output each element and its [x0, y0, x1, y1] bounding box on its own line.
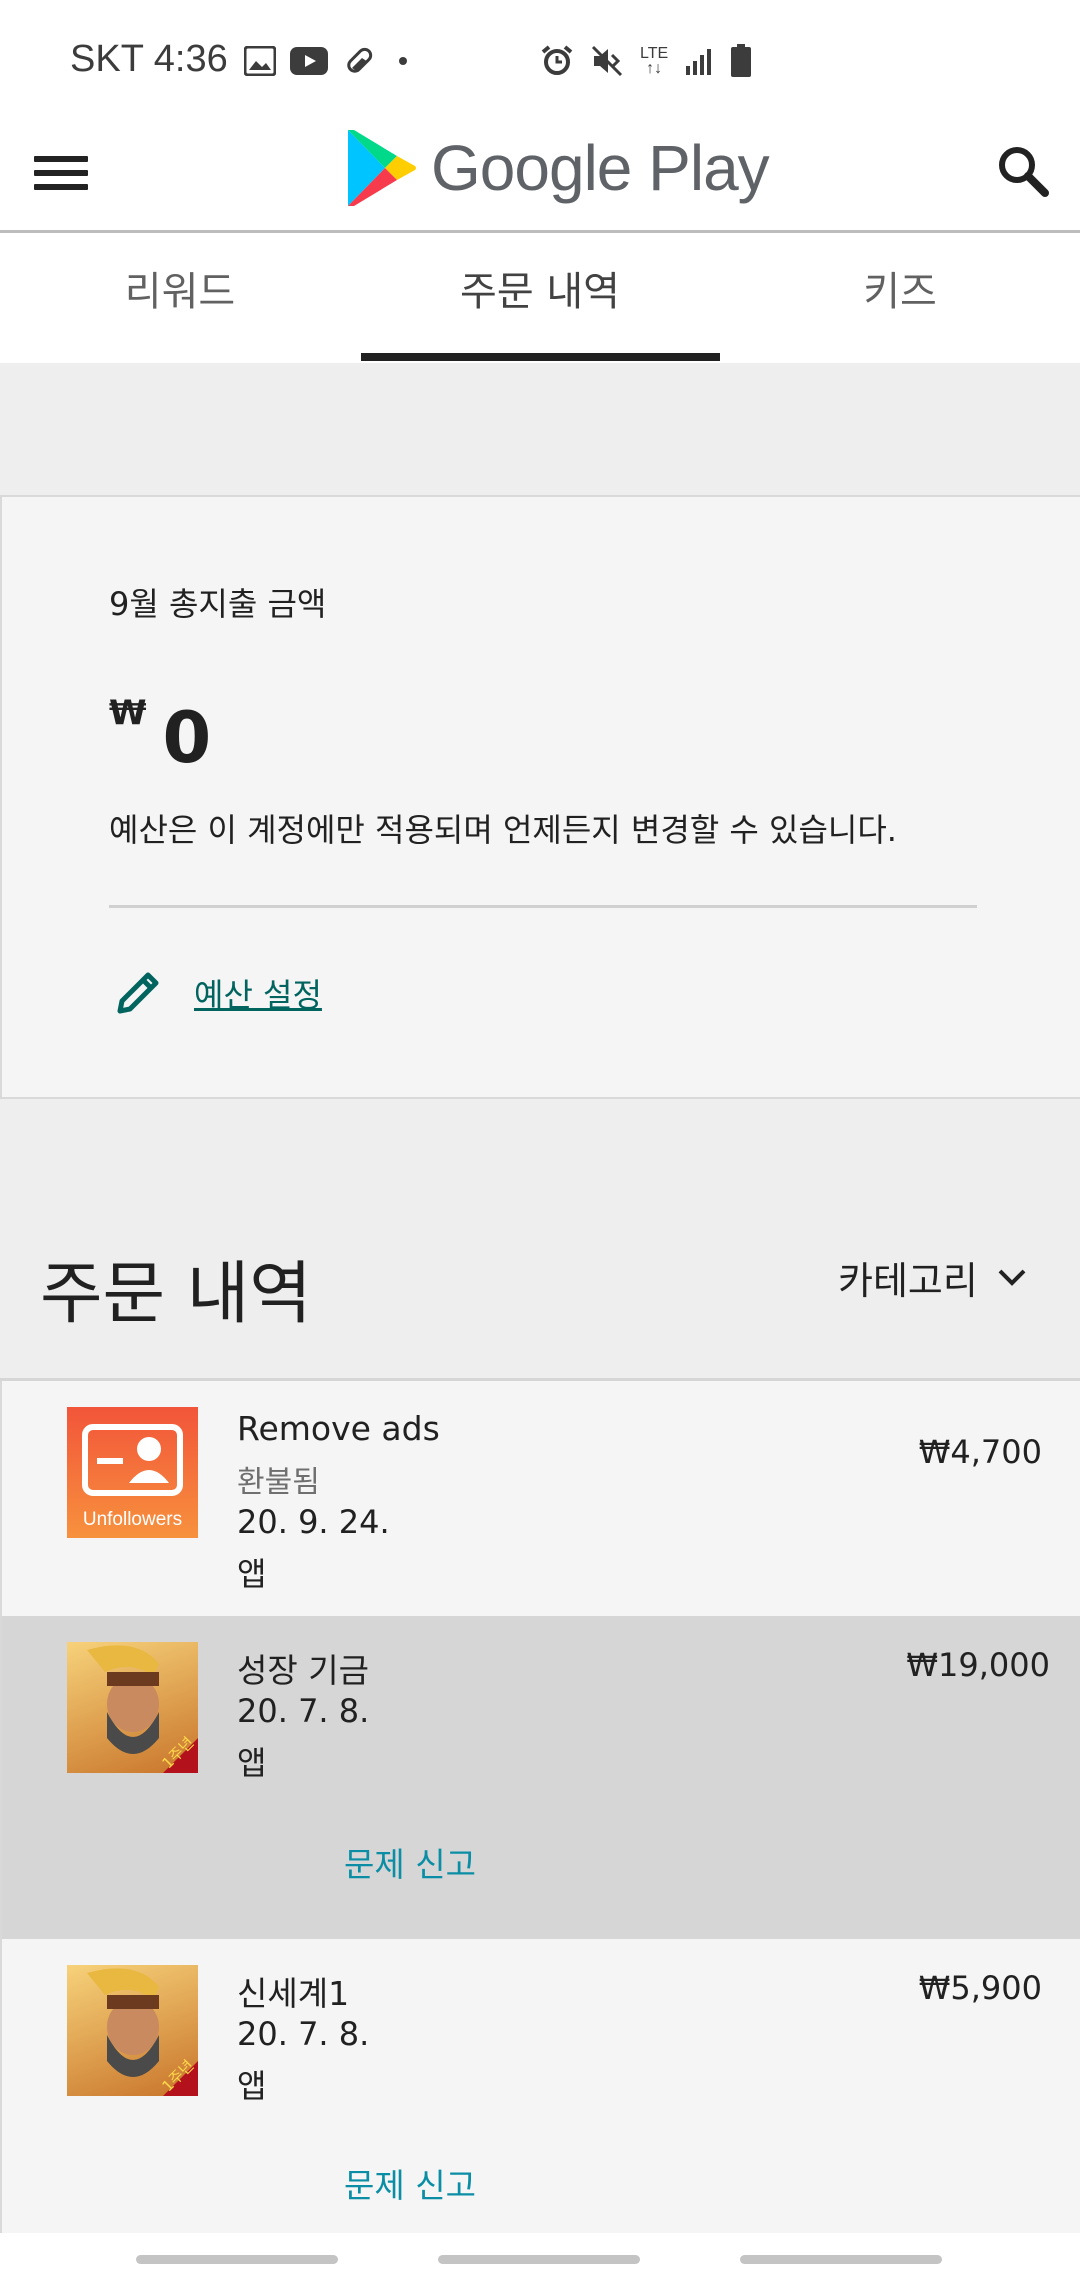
order-type: 앱 — [237, 1555, 267, 1593]
status-bar: SKT 4:36 LTE ↑↓ — [0, 0, 1080, 124]
order-type: 앱 — [237, 1744, 267, 1782]
rise-of-kingdoms-icon: 1주년 — [67, 1965, 198, 2096]
gallery-icon — [244, 46, 276, 76]
active-tab-indicator — [361, 353, 720, 361]
battery-icon — [731, 44, 752, 77]
lte-icon: LTE ↑↓ — [640, 45, 669, 77]
order-date: 20. 7. 8. — [237, 2015, 370, 2053]
budget-amount: ₩0 — [109, 693, 212, 779]
budget-note: 예산은 이 계정에만 적용되며 언제든지 변경할 수 있습니다. — [109, 811, 897, 849]
play-store-icon — [348, 130, 416, 206]
chevron-down-icon — [998, 1269, 1026, 1286]
signal-icon — [686, 49, 712, 75]
pill-icon — [347, 47, 373, 73]
budget-value: 0 — [162, 697, 212, 779]
order-row[interactable]: 1주년 신세계1 20. 7. 8. 앱 ₩5,900 문제 신고 — [0, 1939, 1080, 2239]
order-title: Remove ads — [237, 1409, 440, 1448]
tab-rewards[interactable]: 리워드 — [0, 233, 360, 363]
budget-card: 9월 총지출 금액 ₩0 예산은 이 계정에만 적용되며 언제든지 변경할 수 … — [0, 495, 1080, 1099]
order-date: 20. 7. 8. — [237, 1692, 370, 1730]
pencil-icon — [117, 972, 159, 1014]
app-bar: Google Play — [0, 124, 1080, 233]
alarm-icon — [541, 45, 573, 75]
set-budget-link[interactable]: 예산 설정 — [112, 967, 322, 1019]
order-date: 20. 9. 24. — [237, 1503, 390, 1541]
report-problem-link[interactable]: 문제 신고 — [344, 2159, 476, 2207]
carrier-time: SKT 4:36 — [70, 38, 228, 80]
logo-text: Google Play — [431, 132, 770, 204]
order-price: ₩19,000 — [906, 1646, 1050, 1684]
nav-recents[interactable] — [136, 2255, 338, 2264]
budget-currency: ₩ — [109, 693, 147, 733]
order-title: 성장 기금 — [237, 1651, 369, 1690]
tab-order-history[interactable]: 주문 내역 — [360, 233, 720, 363]
unfollowers-app-icon: Unfollowers — [67, 1407, 198, 1538]
order-price: ₩4,700 — [918, 1433, 1042, 1471]
dot-icon — [399, 57, 407, 65]
system-nav-bar — [0, 2233, 1080, 2280]
youtube-icon — [290, 47, 328, 75]
rise-of-kingdoms-icon: 1주년 — [67, 1642, 198, 1773]
nav-home[interactable] — [438, 2255, 640, 2264]
unfollowers-caption: Unfollowers — [82, 1509, 183, 1530]
budget-title: 9월 총지출 금액 — [109, 585, 327, 623]
lte-label: LTE — [640, 45, 669, 62]
mute-icon — [591, 45, 623, 77]
divider — [109, 905, 977, 908]
order-row[interactable]: 1주년 성장 기금 20. 7. 8. 앱 ₩19,000 문제 신고 — [0, 1616, 1080, 1939]
set-budget-label[interactable]: 예산 설정 — [194, 970, 322, 1016]
menu-icon[interactable] — [34, 146, 88, 200]
order-row[interactable]: Unfollowers Remove ads 환불됨 20. 9. 24. 앱 … — [0, 1381, 1080, 1616]
order-status: 환불됨 — [237, 1465, 320, 1500]
order-title: 신세계1 — [237, 1974, 350, 2013]
tab-kids[interactable]: 키즈 — [720, 233, 1080, 363]
order-history-title: 주문 내역 — [40, 1255, 312, 1334]
category-label: 카테고리 — [838, 1259, 978, 1303]
order-type: 앱 — [237, 2067, 267, 2105]
google-play-logo: Google Play — [345, 128, 770, 208]
order-price: ₩5,900 — [918, 1969, 1042, 2007]
tab-bar: 리워드 주문 내역 키즈 — [0, 233, 1080, 363]
nav-back[interactable] — [740, 2255, 942, 2264]
report-problem-link[interactable]: 문제 신고 — [344, 1838, 476, 1886]
search-icon[interactable] — [994, 142, 1052, 200]
order-list: Unfollowers Remove ads 환불됨 20. 9. 24. 앱 … — [0, 1378, 1080, 2239]
category-dropdown[interactable]: 카테고리 — [838, 1250, 1030, 1305]
